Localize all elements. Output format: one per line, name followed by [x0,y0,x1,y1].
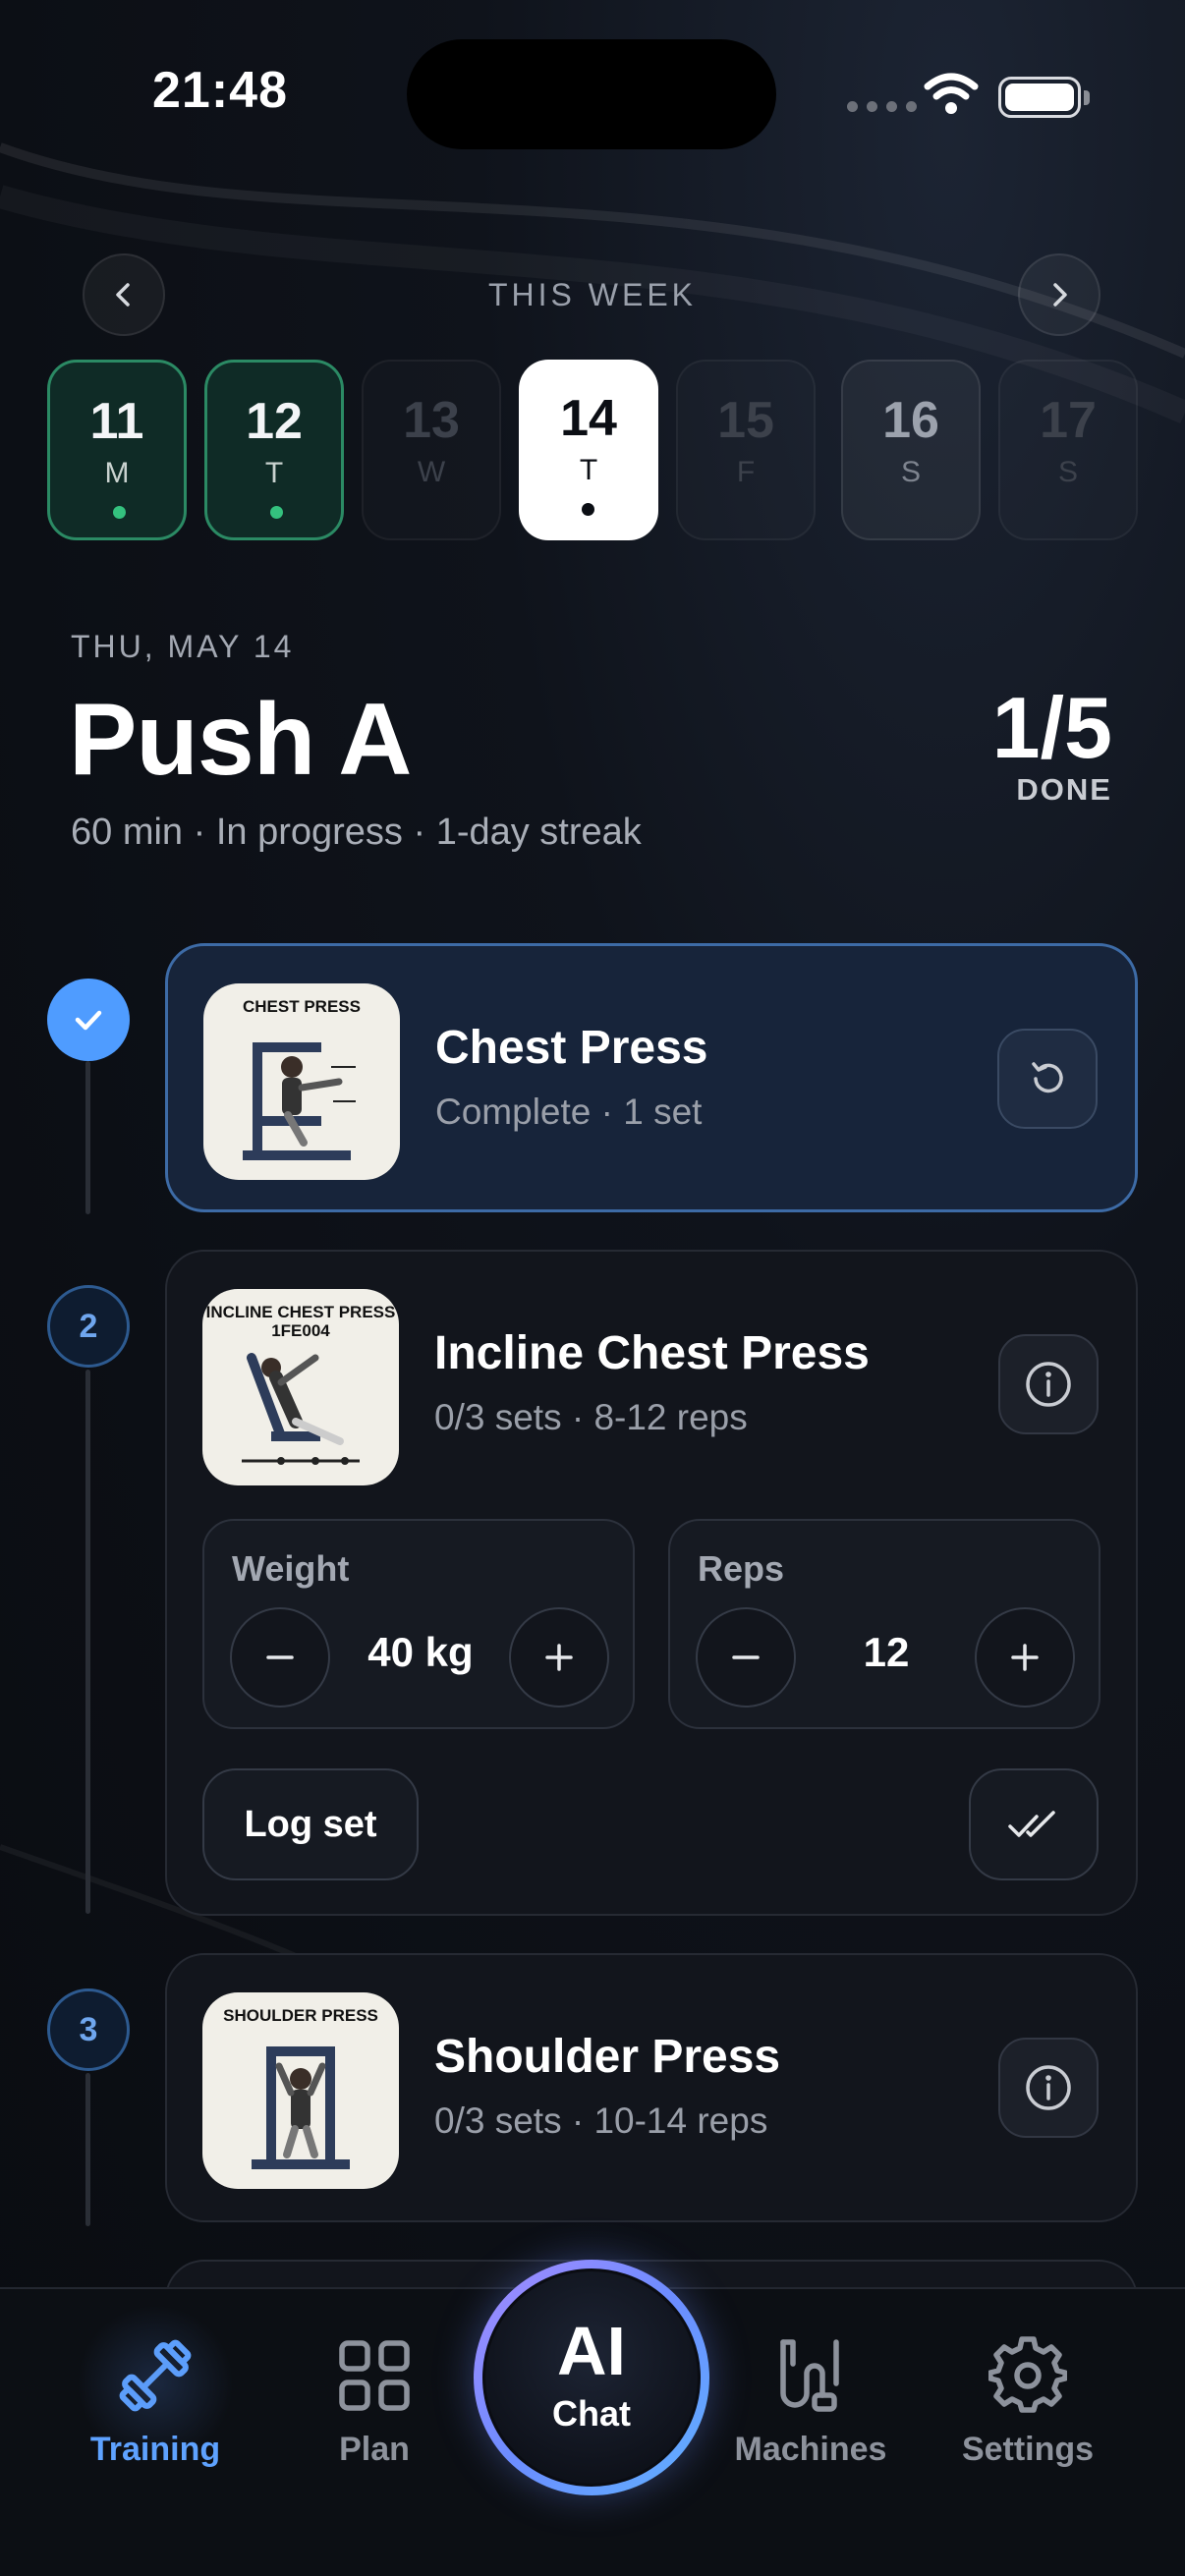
exercise-card-incline-chest-press[interactable]: INCLINE CHEST PRESS 1FE004 Incline Chest… [165,1250,1138,1916]
machine-illustration-icon [243,1042,356,1160]
day-number: 13 [403,392,460,449]
battery-cap [1084,90,1090,105]
weight-increase-button[interactable] [509,1607,609,1708]
reps-decrease-button[interactable] [696,1607,796,1708]
plus-icon [545,1644,573,1671]
ai-chat-button[interactable]: AI Chat [474,2260,709,2495]
grid-icon [339,2340,410,2411]
reps-stepper: Reps 12 [668,1519,1100,1729]
exercise-card-shoulder-press[interactable]: SHOULDER PRESS Shoulder Press 0/3 sets ·… [165,1953,1138,2222]
day-11[interactable]: 11 M [47,360,187,540]
exercise-thumbnail: SHOULDER PRESS [202,1992,399,2189]
completed-dot [270,506,283,519]
day-letter: F [736,456,756,488]
status-time: 21:48 [152,62,288,119]
battery-icon [998,77,1081,118]
workout-meta: 60 min · In progress · 1-day streak [71,812,642,853]
weight-label: Weight [232,1548,350,1589]
wifi-icon [924,73,979,114]
day-letter: S [1057,456,1078,488]
workout-date: THU, MAY 14 [71,629,295,664]
week-day-strip: 11 M 12 T 13 W 14 T 15 F 16 S 17 S [47,360,1138,542]
thumbnail-title: SHOULDER PRESS [223,2006,378,2025]
exercise-thumbnail: INCLINE CHEST PRESS 1FE004 [202,1289,399,1485]
exercise-sets: 0/3 sets · 10-14 reps [434,2100,768,2141]
day-letter: M [104,457,130,489]
chevron-right-icon [1053,283,1067,307]
exercise-info-button[interactable] [998,1334,1099,1434]
weight-stepper: Weight 40 kg [202,1519,635,1729]
machine-illustration-icon [242,1353,360,1465]
day-number: 12 [246,393,303,450]
tab-plan[interactable]: Plan [276,2328,473,2469]
info-icon [1026,2065,1071,2110]
day-14[interactable]: 14 T [519,360,658,540]
day-number: 11 [89,393,144,450]
tab-settings[interactable]: Settings [930,2328,1126,2469]
reps-value: 12 [863,1629,910,1675]
day-number: 14 [560,390,617,447]
day-number: 17 [1040,392,1097,449]
day-number: 15 [717,392,774,449]
exercise-info-button[interactable] [998,2038,1099,2138]
cellular-signal-icon [847,101,917,112]
ai-chat-title: AI [557,2313,626,2389]
day-number: 16 [882,392,939,449]
tab-label: Settings [961,2431,1095,2468]
dynamic-island [407,39,776,149]
exercise-sets: 0/3 sets · 8-12 reps [434,1397,748,1437]
progress-count: 1/5 [991,679,1112,776]
day-13[interactable]: 13 W [362,360,501,540]
exercise-status: Complete · 1 set [435,1092,703,1132]
day-letter: W [417,456,446,488]
tab-label: Machines [734,2431,887,2468]
tab-machines[interactable]: Machines [712,2328,909,2469]
complete-exercise-button[interactable] [969,1768,1099,1880]
double-check-icon [1008,1811,1055,1837]
plus-icon [1011,1644,1039,1671]
ai-chat-label: Chat [552,2393,631,2434]
week-title: THIS WEEK [487,277,697,312]
today-dot [582,503,594,516]
exercise-name: Incline Chest Press [434,1327,870,1379]
timeline-connector [85,1061,90,1214]
gear-icon [988,2336,1067,2413]
exercise-card-chest-press[interactable]: CHEST PRESS Chest Press Complete · 1 set [165,943,1138,1212]
day-15[interactable]: 15 F [676,360,816,540]
day-letter: T [579,454,598,486]
thumbnail-title: INCLINE CHEST PRESS 1FE004 [205,1303,396,1340]
undo-icon [1032,1062,1063,1093]
step-complete-icon [47,979,130,1061]
progress-label: DONE [1016,772,1112,807]
tab-label: Plan [339,2431,410,2468]
day-letter: S [900,456,921,488]
workout-title: Push A [69,683,412,797]
exercise-name: Chest Press [435,1022,708,1074]
reps-increase-button[interactable] [975,1607,1075,1708]
exercise-thumbnail: CHEST PRESS [203,983,400,1180]
active-tab-glow [77,2305,234,2462]
timeline-connector [85,1370,90,1914]
undo-set-button[interactable] [997,1029,1098,1129]
weight-value: 40 kg [367,1629,474,1675]
log-set-button[interactable]: Log set [202,1768,419,1880]
next-week-button[interactable] [1018,253,1100,336]
minus-icon [732,1655,760,1659]
info-icon [1026,1362,1071,1407]
step-number: 3 [47,1988,130,2071]
day-17[interactable]: 17 S [998,360,1138,540]
machine-illustration-icon [252,2046,350,2169]
day-16[interactable]: 16 S [841,360,981,540]
reps-label: Reps [698,1548,785,1589]
day-letter: T [264,457,284,489]
thumbnail-title: CHEST PRESS [243,997,361,1016]
timeline-connector [85,2073,90,2226]
cable-machine-icon [780,2339,839,2412]
completed-dot [113,506,126,519]
step-number: 2 [47,1285,130,1368]
exercise-name: Shoulder Press [434,2031,781,2083]
weight-decrease-button[interactable] [230,1607,330,1708]
day-12[interactable]: 12 T [204,360,344,540]
minus-icon [266,1655,294,1659]
